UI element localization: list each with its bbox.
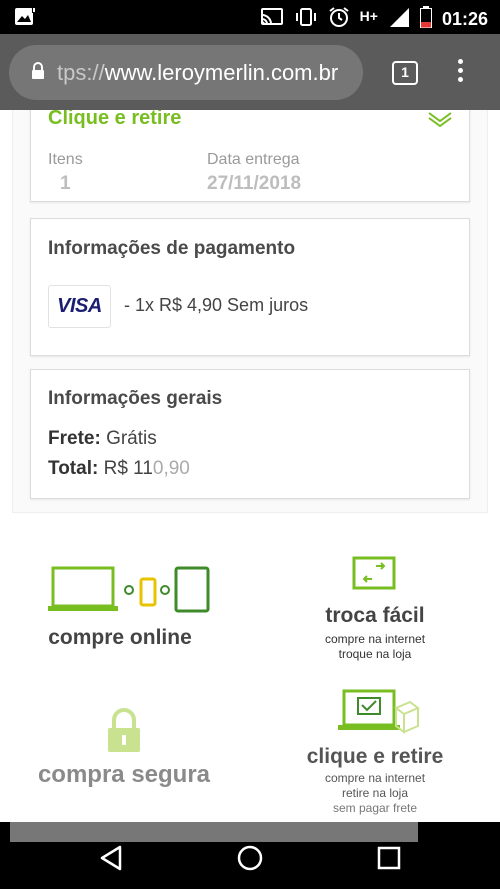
items-value: 1 xyxy=(60,173,71,194)
feature-troca-facil: troca fácil compre na internet troque na… xyxy=(300,555,450,662)
total-value: R$ 11 xyxy=(103,458,153,479)
vibrate-icon xyxy=(294,7,318,32)
exchange-icon xyxy=(300,555,450,600)
feature-pickup-title: clique e retire xyxy=(306,745,444,768)
general-info-title: Informações gerais xyxy=(48,388,223,409)
devices-icon xyxy=(40,565,220,620)
feature-pickup-line2: retire na loja xyxy=(341,786,409,800)
feature-compre-online: compre online xyxy=(40,565,220,650)
signal-icon xyxy=(388,6,410,33)
shipping-line: Frete: Grátis xyxy=(48,428,157,450)
battery-icon xyxy=(419,6,432,33)
cast-icon xyxy=(260,7,284,32)
feature-exchange-line1: compre na internet xyxy=(324,632,426,646)
feature-clique-retire: clique e retire compre na internet retir… xyxy=(296,688,454,816)
total-label: Total: xyxy=(48,458,99,479)
chevron-down-icon[interactable] xyxy=(427,110,453,132)
tab-switcher-button[interactable]: 1 xyxy=(392,61,418,85)
image-notification-icon xyxy=(14,7,36,32)
total-line: Total: R$ 110,90 xyxy=(48,458,190,480)
network-type: H+ xyxy=(359,7,378,24)
feature-pickup-line1: compre na internet xyxy=(324,771,426,785)
feature-exchange-title: troca fácil xyxy=(325,604,425,627)
delivery-date-value: 27/11/2018 xyxy=(207,173,302,194)
alarm-icon xyxy=(328,6,350,33)
feature-pickup-line3: sem pagar frete xyxy=(332,801,418,815)
url-domain: www.leroymerlin.com.br xyxy=(104,59,339,85)
feature-secure-title: compra segura xyxy=(37,761,211,788)
feature-compra-segura: compra segura xyxy=(24,708,224,789)
lock-icon xyxy=(31,61,45,84)
page-content: Clique e retire Itens 1 Data entrega 27/… xyxy=(0,110,500,822)
shipping-value: Grátis xyxy=(106,428,157,449)
payment-title: Informações de pagamento xyxy=(48,238,296,259)
feature-online-title: compre online xyxy=(48,626,192,649)
total-value-faded: 0,90 xyxy=(152,458,190,479)
installments-text: - 1x R$ 4,90 Sem juros xyxy=(124,295,309,315)
browser-toolbar: tps://www.leroymerlin.com.br 1 xyxy=(0,34,500,110)
status-bar: H+ 01:26 xyxy=(0,0,500,34)
page-bottom-strip xyxy=(10,822,418,842)
android-nav-bar xyxy=(0,822,500,889)
delivery-date-label: Data entrega xyxy=(207,151,300,168)
payment-card: Informações de pagamento VISA - 1x R$ 4,… xyxy=(30,218,470,356)
items-label: Itens xyxy=(48,151,83,168)
pickup-icon xyxy=(296,688,454,745)
visa-logo: VISA xyxy=(48,285,111,328)
padlock-icon xyxy=(24,708,224,759)
overflow-menu-icon[interactable] xyxy=(455,59,465,89)
general-info-card: Informações gerais Frete: Grátis Total: … xyxy=(30,369,470,499)
clock: 01:26 xyxy=(441,9,488,29)
delivery-card: Clique e retire Itens 1 Data entrega 27/… xyxy=(30,110,470,202)
back-icon[interactable] xyxy=(98,844,124,877)
url-field[interactable]: tps://www.leroymerlin.com.br xyxy=(9,45,363,100)
feature-exchange-line2: troque na loja xyxy=(338,647,412,661)
delivery-method-title: Clique e retire xyxy=(48,110,182,129)
url-prefix: tps:// xyxy=(57,59,105,85)
shipping-label: Frete: xyxy=(48,428,101,449)
recents-icon[interactable] xyxy=(376,844,402,877)
home-icon[interactable] xyxy=(236,844,264,877)
url-text: tps://www.leroymerlin.com.br xyxy=(57,60,338,86)
